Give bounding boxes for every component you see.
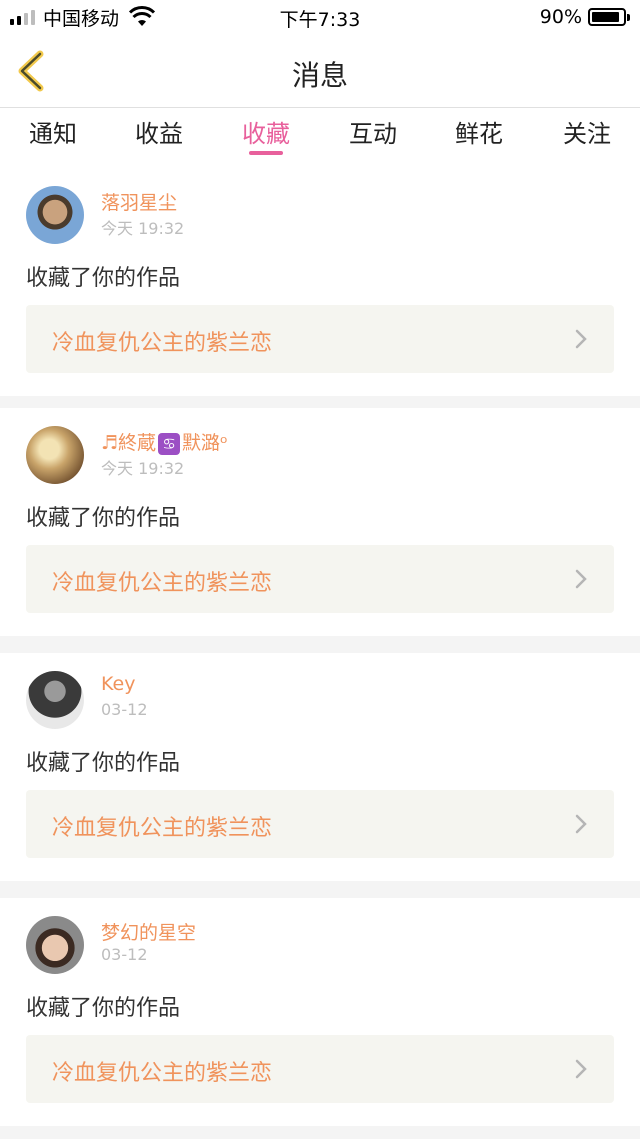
- username-prefix: ♬終蔵: [101, 432, 157, 454]
- username[interactable]: 梦幻的星空: [101, 918, 196, 945]
- username[interactable]: ♬終蔵 ♋ 默潞ᵒ: [101, 428, 228, 455]
- status-right: 90%: [540, 6, 630, 28]
- avatar[interactable]: [26, 671, 84, 729]
- chevron-right-icon: [575, 329, 587, 349]
- action-text: 收藏了你的作品: [26, 266, 181, 291]
- tab-follows[interactable]: 关注: [534, 114, 640, 160]
- work-title: 冷血复仇公主的紫兰恋: [52, 1061, 273, 1086]
- tab-interactions[interactable]: 互动: [320, 114, 426, 160]
- nav-bar: 消息: [0, 34, 640, 108]
- battery-percent: 90%: [539, 6, 582, 28]
- avatar[interactable]: [26, 426, 84, 484]
- username[interactable]: Key: [101, 673, 135, 695]
- work-title: 冷血复仇公主的紫兰恋: [52, 571, 273, 596]
- work-title: 冷血复仇公主的紫兰恋: [52, 816, 273, 841]
- work-title: 冷血复仇公主的紫兰恋: [52, 331, 273, 356]
- avatar[interactable]: [26, 186, 84, 244]
- timestamp: 03-12: [101, 945, 148, 964]
- page-title: 消息: [291, 59, 348, 92]
- timestamp: 今天 19:32: [101, 219, 185, 238]
- chevron-right-icon: [575, 814, 587, 834]
- timestamp: 03-12: [101, 700, 148, 719]
- action-text: 收藏了你的作品: [26, 751, 181, 776]
- list-item: ♬終蔵 ♋ 默潞ᵒ 今天 19:32 收藏了你的作品 冷血复仇公主的紫兰恋: [0, 408, 640, 636]
- tab-notifications[interactable]: 通知: [0, 114, 106, 160]
- tab-earnings[interactable]: 收益: [106, 114, 212, 160]
- list-item: Key 03-12 收藏了你的作品 冷血复仇公主的紫兰恋: [0, 653, 640, 881]
- chevron-right-icon: [575, 1059, 587, 1079]
- battery-icon: [588, 8, 626, 26]
- tab-bar: 通知 收益 收藏 互动 鲜花 关注: [0, 108, 640, 168]
- username-suffix: 默潞ᵒ: [182, 432, 228, 454]
- tab-flowers[interactable]: 鲜花: [426, 114, 532, 160]
- avatar[interactable]: [26, 916, 84, 974]
- username[interactable]: 落羽星尘: [101, 188, 177, 215]
- battery-level: [592, 12, 619, 22]
- chevron-right-icon: [575, 569, 587, 589]
- battery-cap: [627, 13, 630, 21]
- active-tab-indicator: [249, 151, 283, 155]
- work-link[interactable]: 冷血复仇公主的紫兰恋: [26, 545, 614, 613]
- status-bar: 中国移动 下午7:33 90%: [0, 0, 640, 34]
- cancer-sign-icon: ♋: [158, 432, 181, 455]
- list-item: 梦幻的星空 03-12 收藏了你的作品 冷血复仇公主的紫兰恋: [0, 898, 640, 1126]
- work-link[interactable]: 冷血复仇公主的紫兰恋: [26, 790, 614, 858]
- work-link[interactable]: 冷血复仇公主的紫兰恋: [26, 305, 614, 373]
- timestamp: 今天 19:32: [101, 459, 185, 478]
- action-text: 收藏了你的作品: [26, 506, 181, 531]
- work-link[interactable]: 冷血复仇公主的紫兰恋: [26, 1035, 614, 1103]
- list-item: 落羽星尘 今天 19:32 收藏了你的作品 冷血复仇公主的紫兰恋: [0, 168, 640, 396]
- action-text: 收藏了你的作品: [26, 996, 181, 1021]
